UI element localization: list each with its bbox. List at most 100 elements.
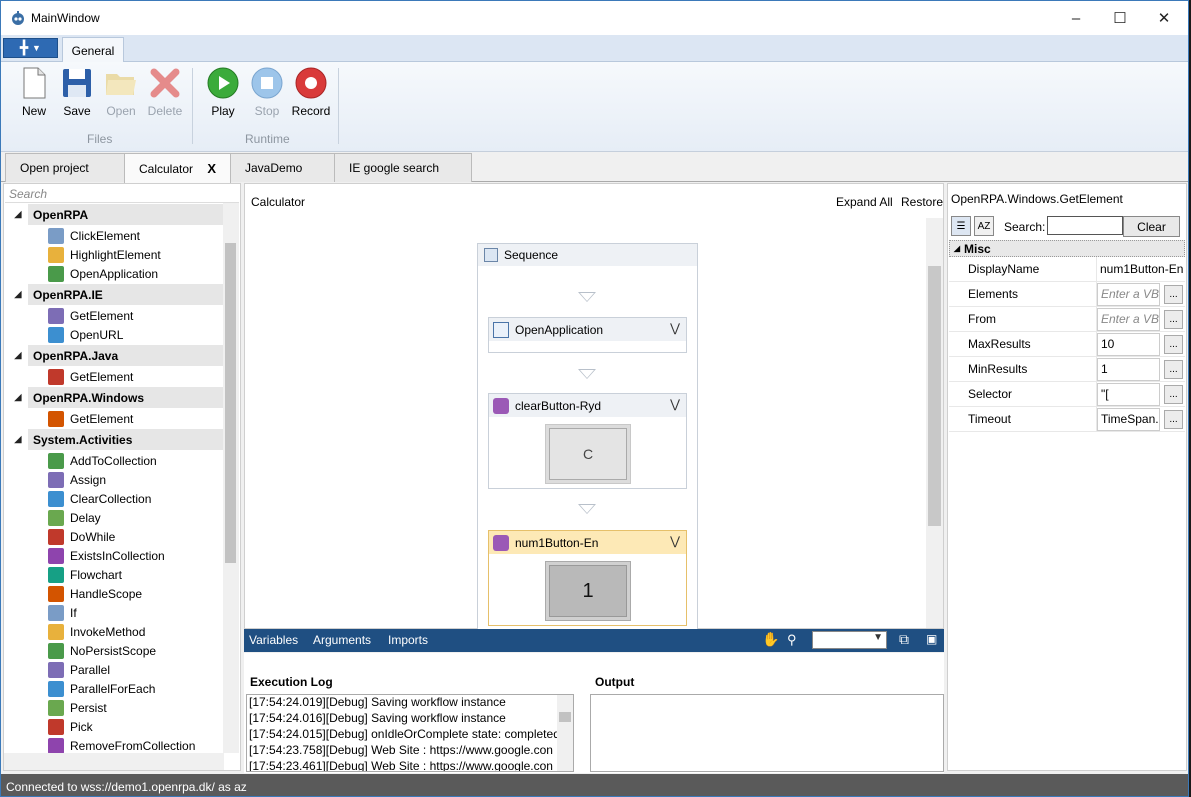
tab-ie-google-search[interactable]: IE google search — [334, 153, 472, 182]
activity-num1-button[interactable]: num1Button-En ⋁ 1 — [488, 530, 687, 626]
expand-chevron-icon[interactable]: ⋁ — [670, 397, 680, 411]
property-value-input[interactable]: 1 — [1097, 357, 1160, 381]
drop-arrow[interactable] — [578, 369, 596, 379]
activity-open-application[interactable]: OpenApplication ⋁ — [488, 317, 687, 353]
collapse-triangle-icon[interactable]: ◢ — [8, 289, 28, 300]
drop-arrow[interactable] — [578, 292, 596, 302]
expression-editor-button[interactable]: ... — [1164, 360, 1183, 379]
toolbox-item[interactable]: AddToCollection — [4, 451, 224, 470]
output-box[interactable] — [590, 694, 944, 772]
toolbox-item[interactable]: OpenApplication — [4, 264, 224, 283]
collapse-triangle-icon[interactable]: ◢ — [8, 350, 28, 361]
categorized-view-icon[interactable]: ☰ — [951, 216, 971, 236]
toolbox-category[interactable]: ◢ System.Activities — [8, 429, 224, 450]
expression-editor-button[interactable]: ... — [1164, 285, 1183, 304]
execution-log[interactable]: [17:54:24.019][Debug] Saving workflow in… — [246, 694, 574, 772]
tab-javademo[interactable]: JavaDemo — [230, 153, 335, 182]
toolbox-item[interactable]: Parallel — [4, 660, 224, 679]
overview-map-icon[interactable]: ▣ — [926, 632, 937, 646]
record-button[interactable]: Record — [289, 66, 333, 122]
tab-calculator[interactable]: Calculator X — [124, 153, 231, 183]
collapse-triangle-icon[interactable]: ◢ — [8, 434, 28, 445]
expand-chevron-icon[interactable]: ⋁ — [670, 534, 680, 548]
save-button[interactable]: Save — [55, 66, 99, 122]
delete-button[interactable]: Delete — [143, 66, 187, 122]
scrollbar-thumb[interactable] — [559, 712, 571, 722]
toolbox-item[interactable]: InvokeMethod — [4, 622, 224, 641]
maximize-button[interactable]: ☐ — [1098, 1, 1142, 35]
property-value-input[interactable]: 10 — [1097, 332, 1160, 356]
scrollbar-thumb[interactable] — [225, 243, 236, 563]
toolbox-search-input[interactable]: Search — [5, 185, 239, 203]
minimize-button[interactable]: – — [1054, 1, 1098, 35]
expression-editor-button[interactable]: ... — [1164, 310, 1183, 329]
toolbox-item[interactable]: Persist — [4, 698, 224, 717]
activity-clear-button[interactable]: clearButton-Ryd ⋁ C — [488, 393, 687, 489]
toolbox-item[interactable]: Delay — [4, 508, 224, 527]
toolbox-category[interactable]: ◢ OpenRPA — [8, 204, 224, 225]
drop-arrow[interactable] — [578, 504, 596, 514]
expression-editor-button[interactable]: ... — [1164, 385, 1183, 404]
tab-open-project[interactable]: Open project — [5, 153, 125, 182]
toolbox-item[interactable]: GetElement — [4, 306, 224, 325]
expression-editor-button[interactable]: ... — [1164, 410, 1183, 429]
toolbox-item[interactable]: GetElement — [4, 367, 224, 386]
designer-scrollbar[interactable] — [926, 218, 943, 628]
fit-to-screen-icon[interactable]: ⧉ — [899, 631, 909, 648]
toolbox-item[interactable]: RemoveFromCollection — [4, 736, 224, 753]
property-value-input[interactable]: Enter a VB — [1097, 307, 1160, 331]
toolbox-item[interactable]: Assign — [4, 470, 224, 489]
arguments-tab[interactable]: Arguments — [313, 633, 371, 647]
expand-all-button[interactable]: Expand All — [836, 195, 893, 209]
expression-editor-button[interactable]: ... — [1164, 335, 1183, 354]
toolbox-category[interactable]: ◢ OpenRPA.IE — [8, 284, 224, 305]
toolbox-item[interactable]: Pick — [4, 717, 224, 736]
collapse-triangle-icon[interactable]: ◢ — [8, 392, 28, 403]
toolbox-category[interactable]: ◢ OpenRPA.Java — [8, 345, 224, 366]
tab-general[interactable]: General — [62, 37, 124, 63]
property-value-input[interactable]: TimeSpan. — [1097, 407, 1160, 431]
toolbox-item[interactable]: DoWhile — [4, 527, 224, 546]
toolbox-item[interactable]: HighlightElement — [4, 245, 224, 264]
toolbox-item[interactable]: If — [4, 603, 224, 622]
clear-button[interactable]: Clear — [1123, 216, 1180, 237]
variables-tab[interactable]: Variables — [249, 633, 298, 647]
breadcrumb[interactable]: Calculator — [251, 195, 305, 209]
property-value-input[interactable]: Enter a VB — [1097, 282, 1160, 306]
toolbox-item[interactable]: ExistsInCollection — [4, 546, 224, 565]
collapse-triangle-icon[interactable]: ◢ — [8, 209, 28, 220]
stop-button[interactable]: Stop — [245, 66, 289, 122]
open-button[interactable]: Open — [99, 66, 143, 122]
toolbox-item[interactable]: OpenURL — [4, 325, 224, 344]
close-tab-icon[interactable]: X — [207, 161, 216, 176]
close-window-button[interactable]: ✕ — [1142, 1, 1186, 35]
zoom-magnifier-icon[interactable]: ⚲ — [787, 632, 797, 648]
app-menu-button[interactable]: ╋ ▼ — [3, 38, 58, 58]
toolbox-item[interactable]: HandleScope — [4, 584, 224, 603]
play-button[interactable]: Play — [201, 66, 245, 122]
toolbox-item[interactable]: Flowchart — [4, 565, 224, 584]
toolbox-item[interactable]: ClearCollection — [4, 489, 224, 508]
imports-tab[interactable]: Imports — [388, 633, 428, 647]
toolbox-item[interactable]: GetElement — [4, 409, 224, 428]
property-category-misc[interactable]: ◢ Misc — [949, 240, 1185, 257]
restore-button[interactable]: Restore — [901, 195, 943, 209]
sequence-activity[interactable]: Sequence OpenApplication ⋁ clearButton-R… — [477, 243, 698, 643]
toolbox-category[interactable]: ◢ OpenRPA.Windows — [8, 387, 224, 408]
pan-hand-icon[interactable]: ✋ — [762, 631, 779, 648]
title-bar[interactable]: MainWindow – ☐ ✕ — [1, 1, 1188, 35]
property-value-input[interactable]: "[ — [1097, 382, 1160, 406]
scrollbar-thumb[interactable] — [928, 266, 941, 526]
property-value-input[interactable]: num1Button-En — [1097, 258, 1183, 281]
toolbox-item[interactable]: NoPersistScope — [4, 641, 224, 660]
toolbox-item[interactable]: ParallelForEach — [4, 679, 224, 698]
toolbox-scrollbar[interactable] — [223, 203, 239, 753]
new-button[interactable]: New — [12, 66, 56, 122]
properties-search-input[interactable] — [1047, 216, 1123, 235]
log-scrollbar[interactable] — [557, 695, 573, 771]
toolbox-horizontal-scrollbar[interactable] — [4, 753, 224, 770]
expand-chevron-icon[interactable]: ⋁ — [670, 321, 680, 335]
sort-alphabetical-icon[interactable]: AZ — [974, 216, 994, 236]
toolbox-item[interactable]: ClickElement — [4, 226, 224, 245]
zoom-dropdown[interactable]: ▼ — [812, 631, 887, 649]
